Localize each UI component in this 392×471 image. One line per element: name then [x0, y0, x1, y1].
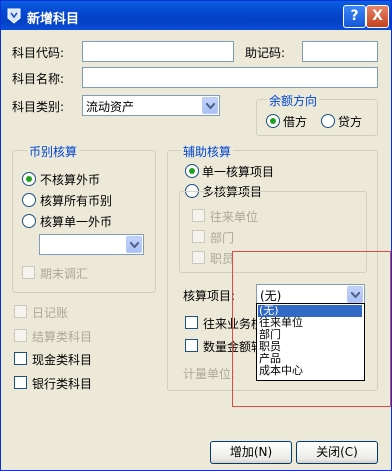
currency-legend: 币别核算 — [27, 143, 80, 160]
window-title: 新增科目 — [27, 12, 80, 27]
single-currency-label: 核算单一外币 — [40, 215, 113, 229]
bank-label: 银行类科目 — [32, 377, 93, 391]
cash-checkbox[interactable] — [14, 352, 27, 365]
contacts-business-checkbox[interactable] — [185, 316, 198, 329]
balance-legend: 余额方向 — [267, 92, 320, 109]
code-input[interactable] — [82, 41, 234, 62]
single-aux-radio[interactable] — [185, 164, 199, 178]
app-icon — [7, 8, 21, 24]
no-foreign-label: 不核算外币 — [40, 173, 101, 187]
credit-label: 贷方 — [338, 115, 363, 129]
period-end-checkbox[interactable] — [22, 266, 35, 279]
chevron-down-icon[interactable] — [202, 97, 218, 114]
close-button[interactable]: 关闭(C) — [296, 441, 378, 464]
add-button[interactable]: 增加(N) — [210, 441, 292, 464]
dept-checkbox[interactable] — [192, 230, 205, 243]
settlement-checkbox[interactable] — [14, 329, 27, 342]
highlight-box — [232, 251, 391, 407]
settlement-label: 结算类科目 — [32, 330, 93, 344]
dept-label: 部门 — [210, 231, 235, 245]
help-button[interactable]: ? — [343, 5, 366, 28]
period-end-label: 期末调汇 — [40, 267, 89, 281]
single-aux-label: 单一核算项目 — [202, 165, 275, 179]
project-label: 核算项目: — [183, 289, 236, 303]
cash-label: 现金类科目 — [32, 353, 93, 367]
name-label: 科目名称: — [12, 72, 65, 86]
type-value: 流动资产 — [86, 100, 135, 114]
single-currency-radio[interactable] — [22, 214, 36, 228]
all-currency-radio[interactable] — [22, 193, 36, 207]
type-label: 科目类别: — [12, 100, 65, 114]
title-bar: 新增科目 ? X — [1, 1, 391, 30]
contacts-label: 往来单位 — [210, 210, 259, 224]
close-window-button[interactable]: X — [366, 5, 389, 28]
journal-label: 日记账 — [32, 306, 69, 320]
no-foreign-radio[interactable] — [22, 172, 36, 186]
mnemonic-label: 助记码: — [245, 46, 286, 60]
journal-checkbox[interactable] — [14, 305, 27, 318]
credit-radio[interactable] — [321, 114, 335, 128]
currency-select[interactable] — [39, 234, 144, 255]
contacts-checkbox[interactable] — [192, 209, 205, 222]
bank-checkbox[interactable] — [14, 376, 27, 389]
qty-amount-checkbox[interactable] — [185, 339, 198, 352]
unit-label: 计量单位: — [183, 367, 236, 381]
dialog-window: 新增科目 ? X 科目代码: 助记码: 科目名称: 科目类别: 流动资产 余额方… — [0, 0, 392, 471]
mnemonic-input[interactable] — [302, 41, 378, 62]
name-input[interactable] — [82, 67, 378, 88]
type-select[interactable]: 流动资产 — [82, 95, 220, 116]
staff-checkbox[interactable] — [192, 251, 205, 264]
staff-label: 职员 — [210, 252, 235, 266]
aux-legend: 辅助核算 — [181, 143, 234, 160]
all-currency-label: 核算所有币别 — [40, 194, 113, 208]
debit-radio[interactable] — [266, 114, 280, 128]
code-label: 科目代码: — [12, 46, 65, 60]
debit-label: 借方 — [283, 115, 308, 129]
chevron-down-icon[interactable] — [126, 236, 142, 253]
